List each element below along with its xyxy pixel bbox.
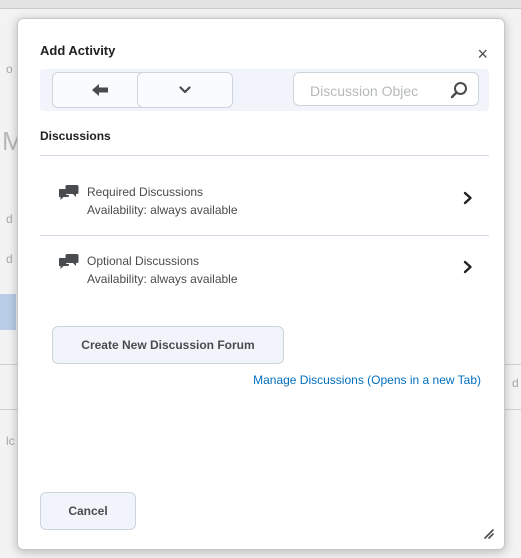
background-selection (0, 294, 16, 330)
section-divider (40, 155, 489, 156)
list-item-optional-discussions[interactable]: Optional Discussions Availability: alway… (40, 250, 489, 310)
list-item-required-discussions[interactable]: Required Discussions Availability: alway… (40, 181, 489, 241)
chevron-right-icon (463, 191, 472, 205)
discussion-bubbles-icon (59, 254, 79, 269)
toolbar (40, 69, 489, 111)
background-fragment: lc (6, 434, 15, 448)
search-box (293, 72, 479, 106)
chevron-down-icon (179, 86, 191, 94)
item-divider (40, 235, 489, 236)
item-availability: Availability: always available (87, 272, 238, 286)
manage-discussions-link[interactable]: Manage Discussions (Opens in a new Tab) (253, 373, 481, 387)
background-top-bar (0, 0, 521, 9)
cancel-button[interactable]: Cancel (40, 492, 136, 530)
item-name: Optional Discussions (87, 254, 200, 268)
discussion-bubbles-icon (59, 185, 79, 200)
search-icon[interactable] (450, 81, 468, 99)
section-title: Discussions (40, 129, 111, 143)
arrow-left-icon (92, 84, 108, 96)
add-activity-dialog: Add Activity × Discussions Required Di (17, 18, 505, 550)
dropdown-button[interactable] (137, 72, 233, 108)
close-button[interactable]: × (477, 45, 488, 63)
create-discussion-forum-button[interactable]: Create New Discussion Forum (52, 326, 284, 364)
background-fragment: d (6, 252, 13, 266)
background-fragment: d (6, 212, 13, 226)
resize-handle-icon[interactable] (482, 527, 494, 539)
background-fragment: o (6, 62, 13, 76)
chevron-right-icon (463, 260, 472, 274)
item-name: Required Discussions (87, 185, 204, 199)
dialog-title: Add Activity (40, 43, 116, 58)
back-button[interactable] (52, 72, 148, 108)
item-availability: Availability: always available (87, 203, 238, 217)
background-fragment: d (512, 376, 519, 390)
search-input[interactable] (308, 80, 442, 102)
